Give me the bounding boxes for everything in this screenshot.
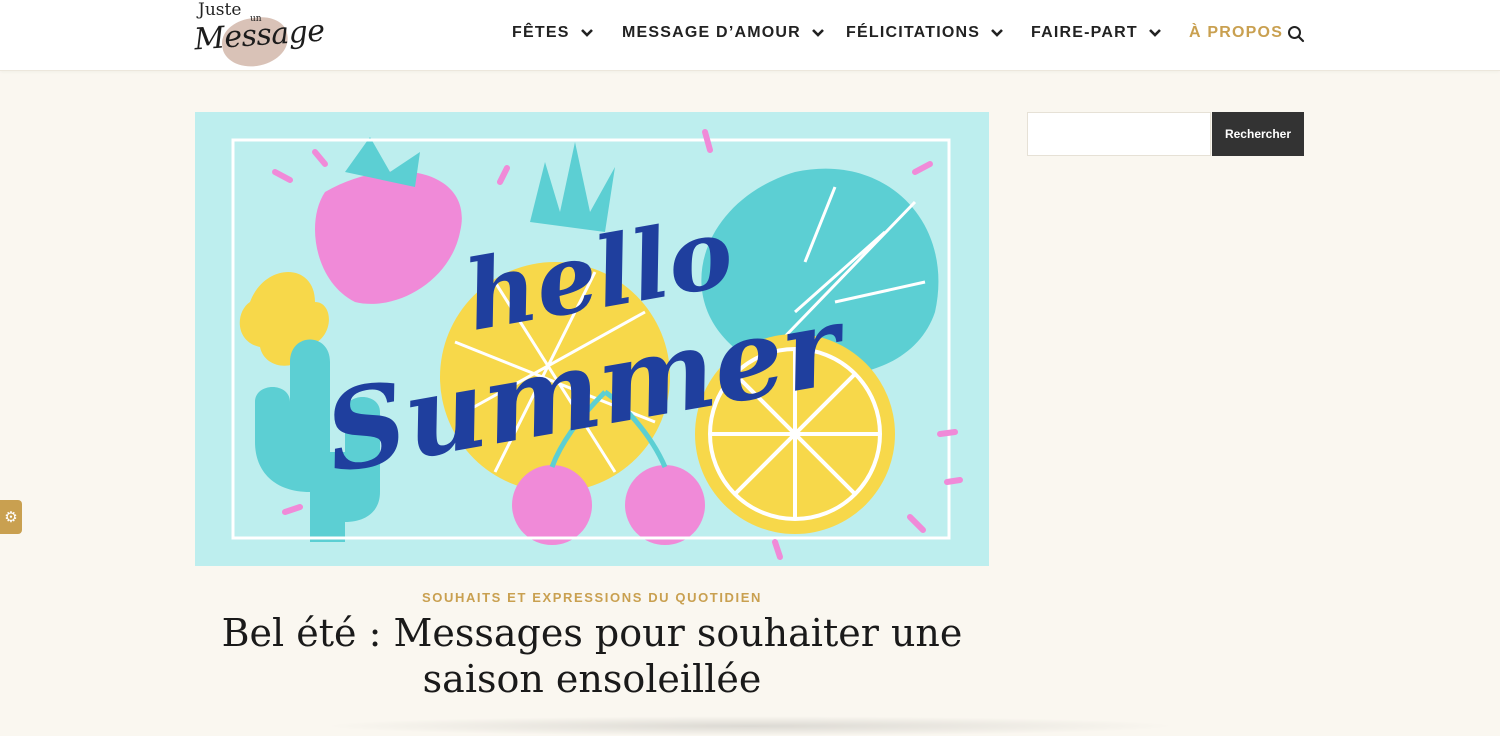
- search-button[interactable]: Rechercher: [1212, 112, 1304, 156]
- nav-item-message-amour[interactable]: MESSAGE D’AMOUR: [622, 24, 825, 42]
- chevron-down-icon: [580, 29, 593, 37]
- nav-item-label: FÉLICITATIONS: [846, 24, 981, 41]
- content-card-shadow: [320, 716, 1180, 736]
- nav-item-label: FÊTES: [512, 24, 570, 41]
- nav-item-fetes[interactable]: FÊTES: [512, 24, 594, 42]
- nav-item-a-propos[interactable]: À PROPOS: [1189, 24, 1283, 42]
- logo-text-message: Message: [192, 13, 326, 58]
- site-header: Juste un Message FÊTES MESSAGE D’AMOUR F…: [0, 0, 1500, 71]
- gear-icon: ⚙: [4, 509, 18, 526]
- post-title-line2: saison ensoleillée: [422, 657, 762, 701]
- chevron-down-icon: [1148, 29, 1161, 37]
- nav-item-felicitations[interactable]: FÉLICITATIONS: [846, 24, 1004, 42]
- featured-image[interactable]: hello Summer: [195, 112, 989, 566]
- post-title-line1: Bel été : Messages pour souhaiter une: [221, 611, 963, 655]
- nav-item-label: FAIRE-PART: [1031, 24, 1138, 41]
- logo-text-juste: Juste: [198, 0, 242, 20]
- nav-item-faire-part[interactable]: FAIRE-PART: [1031, 24, 1162, 42]
- site-logo[interactable]: Juste un Message: [193, 0, 326, 71]
- post-category[interactable]: SOUHAITS ET EXPRESSIONS DU QUOTIDIEN: [195, 590, 989, 605]
- settings-toggle[interactable]: ⚙: [0, 500, 22, 534]
- nav-item-label: MESSAGE D’AMOUR: [622, 24, 801, 41]
- nav-item-label: À PROPOS: [1189, 24, 1284, 41]
- chevron-down-icon: [811, 29, 824, 37]
- hello-summer-illustration: hello Summer: [195, 112, 989, 566]
- search-icon[interactable]: [1287, 25, 1305, 43]
- post-title[interactable]: Bel été : Messages pour souhaiter une sa…: [195, 610, 989, 702]
- sidebar-search-input[interactable]: [1027, 112, 1211, 156]
- chevron-down-icon: [991, 29, 1004, 37]
